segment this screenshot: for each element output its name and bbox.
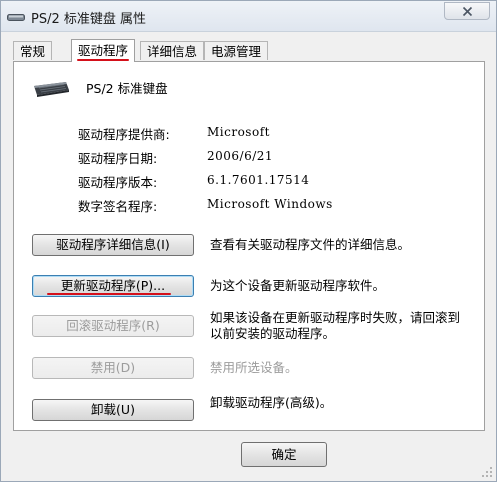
date-value: 2006/6/21	[207, 149, 274, 163]
driver-details-description: 查看有关驱动程序文件的详细信息。	[210, 237, 411, 252]
roll-back-driver-button[interactable]: 回滚驱动程序(R)	[32, 315, 194, 337]
roll-back-description: 如果该设备在更新驱动程序时失败，请回滚到以前安装的驱动程序。	[210, 310, 461, 341]
disable-button-label: 禁用(D)	[90, 360, 136, 375]
close-button[interactable]	[444, 2, 490, 20]
title-bar[interactable]: PS/2 标准键盘 属性	[1, 1, 496, 32]
date-label: 驱动程序日期:	[78, 151, 158, 166]
window-title: PS/2 标准键盘 属性	[31, 12, 147, 27]
tab-details-label: 详细信息	[147, 44, 198, 59]
version-value: 6.1.7601.17514	[207, 173, 310, 187]
signer-value: Microsoft Windows	[207, 197, 333, 211]
provider-value: Microsoft	[207, 125, 270, 139]
close-icon	[462, 6, 473, 17]
uninstall-description: 卸载驱动程序(高级)。	[210, 395, 333, 410]
keyboard-title-icon	[7, 11, 25, 21]
tab-driver-highlight	[77, 59, 130, 61]
uninstall-button-label: 卸载(U)	[91, 402, 135, 417]
tab-general[interactable]: 常规	[13, 41, 53, 60]
tab-driver-label: 驱动程序	[78, 43, 129, 58]
update-driver-button-label: 更新驱动程序(P)...	[60, 278, 166, 293]
roll-back-button-label: 回滚驱动程序(R)	[66, 318, 160, 333]
driver-tab-panel: PS/2 标准键盘 驱动程序提供商: Microsoft 驱动程序日期: 200…	[13, 61, 485, 431]
disable-description: 禁用所选设备。	[210, 360, 298, 375]
driver-details-button[interactable]: 驱动程序详细信息(I)	[32, 234, 194, 256]
ok-button[interactable]: 确定	[241, 442, 327, 467]
tab-driver[interactable]: 驱动程序	[71, 39, 136, 62]
resize-grip-icon[interactable]	[481, 466, 493, 478]
driver-details-button-label: 驱动程序详细信息(I)	[56, 237, 170, 252]
disable-button[interactable]: 禁用(D)	[32, 357, 194, 379]
provider-label: 驱动程序提供商:	[78, 127, 170, 142]
properties-dialog: PS/2 标准键盘 属性 常规 驱动程序 详细信息 电源管理 PS/2 标准键盘…	[0, 0, 497, 482]
update-driver-description: 为这个设备更新驱动程序软件。	[210, 278, 386, 293]
version-label: 驱动程序版本:	[78, 175, 158, 190]
tab-details[interactable]: 详细信息	[140, 41, 205, 60]
uninstall-button[interactable]: 卸载(U)	[32, 399, 194, 421]
keyboard-icon	[31, 77, 71, 101]
tab-power-label: 电源管理	[211, 44, 262, 59]
ok-button-label: 确定	[271, 447, 297, 462]
update-driver-button[interactable]: 更新驱动程序(P)...	[32, 275, 194, 297]
tab-general-label: 常规	[20, 44, 46, 59]
signer-label: 数字签名程序:	[78, 199, 158, 214]
tab-power-management[interactable]: 电源管理	[204, 41, 269, 60]
update-driver-highlight	[47, 293, 171, 295]
device-name: PS/2 标准键盘	[86, 81, 168, 96]
